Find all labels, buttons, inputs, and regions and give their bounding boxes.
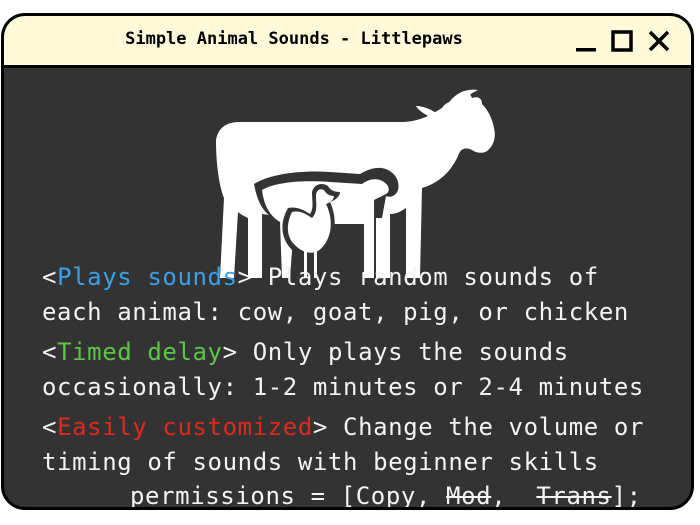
bracket-close: > <box>312 413 328 441</box>
permission-mod-struck: Mod <box>446 482 492 510</box>
feature-tag-timed-delay: Timed delay <box>57 338 223 366</box>
feature-2-desc-a: Only plays the sounds <box>237 338 569 366</box>
app-window: Simple Animal Sounds - Littlepaws <Plays… <box>1 13 694 510</box>
feature-1-line-1: <Plays sounds> Plays random sounds of <box>42 260 682 295</box>
feature-3-line-1: <Easily customized> Change the volume or <box>42 410 682 445</box>
minimize-icon <box>576 48 596 52</box>
bracket-open: < <box>42 263 58 291</box>
permissions-sep: , <box>491 482 537 510</box>
feature-tag-easily-customized: Easily customized <box>57 413 313 441</box>
cow-goat-chicken-silhouette-icon <box>216 89 495 278</box>
feature-2-line-1: <Timed delay> Only plays the sounds <box>42 335 682 370</box>
permissions-suffix: ]; <box>611 482 642 510</box>
permissions-prefix: permissions = [Copy, <box>130 482 447 510</box>
feature-1-desc-a: Plays random sounds of <box>252 263 599 291</box>
bracket-open: < <box>42 413 58 441</box>
feature-3-desc-a: Change the volume or <box>327 413 645 441</box>
feature-3-line-2: timing of sounds with beginner skills <box>42 447 599 476</box>
bracket-close: > <box>237 263 253 291</box>
maximize-button[interactable] <box>610 29 634 53</box>
content-area: <Plays sounds> Plays random sounds of ea… <box>4 68 691 510</box>
permissions-line: permissions = [Copy, Mod, Trans]; <box>42 479 682 510</box>
close-button[interactable] <box>647 29 671 53</box>
feature-list: <Plays sounds> Plays random sounds of ea… <box>42 260 682 510</box>
bracket-close: > <box>222 338 238 366</box>
close-icon <box>648 30 670 52</box>
feature-1-line-2: each animal: cow, goat, pig, or chicken <box>42 297 629 326</box>
feature-2-line-2: occasionally: 1-2 minutes or 2-4 minutes <box>42 372 644 401</box>
minimize-button[interactable] <box>574 29 598 53</box>
maximize-icon <box>611 30 633 52</box>
bracket-open: < <box>42 338 58 366</box>
window-title: Simple Animal Sounds - Littlepaws <box>125 29 463 49</box>
feature-tag-plays-sounds: Plays sounds <box>57 263 238 291</box>
permission-trans-struck: Trans <box>536 482 612 510</box>
title-bar[interactable]: Simple Animal Sounds - Littlepaws <box>4 16 691 68</box>
